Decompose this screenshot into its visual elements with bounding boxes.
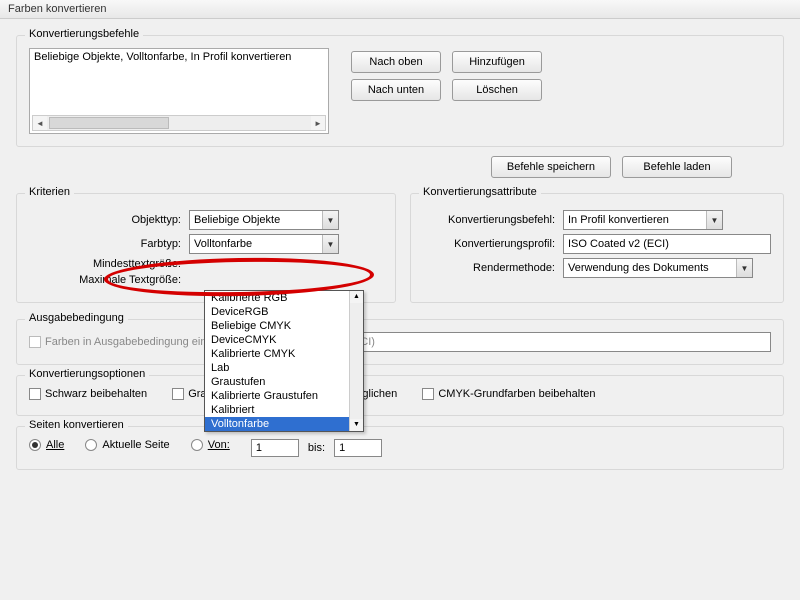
dropdown-option[interactable]: DeviceRGB [205, 305, 363, 319]
dropdown-option[interactable]: Kalibrierte Graustufen [205, 389, 363, 403]
chevron-down-icon[interactable]: ▼ [322, 211, 338, 229]
dropdown-option[interactable]: Kalibrierte RGB [205, 291, 363, 305]
convcmd-value: In Profil konvertieren [568, 214, 669, 226]
scroll-left-icon[interactable]: ◄ [33, 116, 47, 130]
load-commands-button[interactable]: Befehle laden [622, 156, 732, 178]
radio-icon [191, 439, 203, 451]
output-group: Ausgabebedingung Farben in Ausgabebeding… [16, 319, 784, 365]
add-button[interactable]: Hinzufügen [452, 51, 542, 73]
chevron-down-icon[interactable]: ▼ [322, 235, 338, 253]
pages-from-label: Von: [208, 439, 230, 451]
pages-range-radio[interactable]: Von: [191, 439, 230, 451]
dropdown-option[interactable]: Graustufen [205, 375, 363, 389]
move-down-button[interactable]: Nach unten [351, 79, 441, 101]
pages-all-radio[interactable]: Alle [29, 439, 64, 451]
render-value: Verwendung des Dokuments [568, 262, 709, 274]
convprofile-value: ISO Coated v2 (ECI) [568, 238, 669, 250]
objtype-value: Beliebige Objekte [194, 214, 280, 226]
chevron-down-icon[interactable]: ▼ [706, 211, 722, 229]
scroll-up-icon[interactable]: ▲ [350, 291, 363, 303]
dropdown-option[interactable]: DeviceCMYK [205, 333, 363, 347]
move-up-button[interactable]: Nach oben [351, 51, 441, 73]
scroll-down-icon[interactable]: ▼ [350, 419, 363, 431]
pages-from-input[interactable]: 1 [251, 439, 299, 457]
render-combo[interactable]: Verwendung des Dokuments ▼ [563, 258, 753, 278]
dropdown-option[interactable]: Beliebige CMYK [205, 319, 363, 333]
pages-legend: Seiten konvertieren [25, 419, 128, 431]
convprofile-label: Konvertierungsprofil: [423, 238, 563, 250]
radio-icon [29, 439, 41, 451]
criteria-group: Kriterien Objekttyp: Beliebige Objekte ▼… [16, 193, 396, 303]
convcmd-label: Konvertierungsbefehl: [423, 214, 563, 226]
objtype-label: Objekttyp: [29, 214, 189, 226]
pages-group: Seiten konvertieren Alle Aktuelle Seite … [16, 426, 784, 470]
dropdown-option-selected[interactable]: Volltonfarbe [205, 417, 363, 431]
pages-current-radio[interactable]: Aktuelle Seite [85, 439, 169, 451]
colortype-combo[interactable]: Volltonfarbe ▼ [189, 234, 339, 254]
checkbox-icon [29, 336, 41, 348]
convcmd-combo[interactable]: In Profil konvertieren ▼ [563, 210, 723, 230]
dropdown-v-scrollbar[interactable]: ▲ ▼ [349, 291, 363, 431]
scroll-thumb[interactable] [49, 117, 169, 129]
pages-from-value: 1 [256, 442, 262, 454]
maxtext-label: Maximale Textgröße: [29, 274, 189, 286]
checkbox-icon [29, 388, 41, 400]
delete-button[interactable]: Löschen [452, 79, 542, 101]
commands-list[interactable]: Beliebige Objekte, Volltonfarbe, In Prof… [29, 48, 329, 134]
output-legend: Ausgabebedingung [25, 312, 128, 324]
dropdown-option[interactable]: Kalibrierte CMYK [205, 347, 363, 361]
colortype-label: Farbtyp: [29, 238, 189, 250]
commands-legend: Konvertierungsbefehle [25, 28, 143, 40]
convattr-legend: Konvertierungsattribute [419, 186, 541, 198]
radio-icon [85, 439, 97, 451]
options-group: Konvertierungsoptionen Schwarz beibehalt… [16, 375, 784, 416]
options-legend: Konvertierungsoptionen [25, 368, 149, 380]
save-commands-button[interactable]: Befehle speichern [491, 156, 611, 178]
colortype-dropdown-list[interactable]: Kalibrierte RGB DeviceRGB Beliebige CMYK… [204, 290, 364, 432]
dropdown-option[interactable]: Kalibriert [205, 403, 363, 417]
list-h-scrollbar[interactable]: ◄ ► [32, 115, 326, 131]
keep-cmyk-checkbox[interactable]: CMYK-Grundfarben beibehalten [422, 388, 595, 400]
colortype-value: Volltonfarbe [194, 238, 252, 250]
chevron-down-icon[interactable]: ▼ [736, 259, 752, 277]
keep-cmyk-label: CMYK-Grundfarben beibehalten [438, 388, 595, 400]
window-title: Farben konvertieren [0, 0, 800, 19]
checkbox-icon [172, 388, 184, 400]
criteria-legend: Kriterien [25, 186, 74, 198]
checkbox-icon [422, 388, 434, 400]
pages-all-label: Alle [46, 439, 64, 451]
pages-to-input[interactable]: 1 [334, 439, 382, 457]
pages-current-label: Aktuelle Seite [102, 439, 169, 451]
convprofile-combo[interactable]: ISO Coated v2 (ECI) [563, 234, 771, 254]
commands-group: Konvertierungsbefehle Beliebige Objekte,… [16, 35, 784, 147]
pages-to-value: 1 [339, 442, 345, 454]
keep-black-checkbox[interactable]: Schwarz beibehalten [29, 388, 147, 400]
scroll-right-icon[interactable]: ► [311, 116, 325, 130]
dropdown-option[interactable]: Lab [205, 361, 363, 375]
convattr-group: Konvertierungsattribute Konvertierungsbe… [410, 193, 784, 303]
commands-list-item[interactable]: Beliebige Objekte, Volltonfarbe, In Prof… [34, 51, 324, 63]
render-label: Rendermethode: [423, 262, 563, 274]
keep-black-label: Schwarz beibehalten [45, 388, 147, 400]
objtype-combo[interactable]: Beliebige Objekte ▼ [189, 210, 339, 230]
mintext-label: Mindesttextgröße: [29, 258, 189, 270]
pages-to-label: bis: [308, 442, 325, 454]
